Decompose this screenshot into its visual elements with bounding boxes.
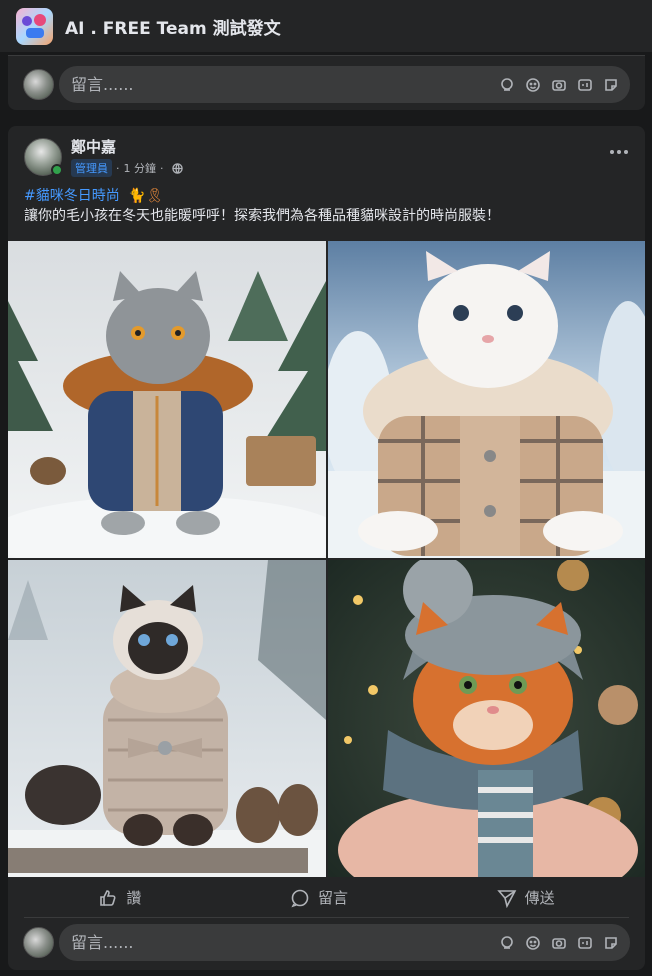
avatar-sticker-icon[interactable] <box>498 934 516 952</box>
comment-box[interactable] <box>59 66 630 103</box>
hashtag-link[interactable]: #貓咪冬日時尚 <box>24 188 120 204</box>
comment-bubble-icon <box>291 889 309 907</box>
avatar-sticker-icon[interactable] <box>498 76 516 94</box>
meta-separator: · <box>160 161 164 175</box>
author-avatar[interactable] <box>24 138 63 176</box>
comment-box[interactable] <box>59 924 630 961</box>
send-label: 傳送 <box>524 889 555 907</box>
admin-badge[interactable]: 管理員 <box>71 159 112 177</box>
photo-gray-cat[interactable] <box>8 241 326 558</box>
comment-label: 留言 <box>317 889 348 907</box>
send-button[interactable]: 傳送 <box>467 881 585 914</box>
camera-icon[interactable] <box>550 934 568 952</box>
previous-post-card <box>8 55 645 110</box>
gif-icon[interactable] <box>576 76 594 94</box>
meta-separator: · <box>116 161 120 175</box>
comment-input[interactable] <box>71 75 498 94</box>
photo-white-cat[interactable] <box>328 241 645 558</box>
like-label: 讚 <box>126 889 142 907</box>
group-title[interactable]: AI . FREE Team 測試發文 <box>65 14 281 39</box>
cat-ribbon-emoji: 🐈🎗 <box>128 188 164 204</box>
camera-icon[interactable] <box>550 76 568 94</box>
post-time[interactable]: 1 分鐘 <box>124 160 157 176</box>
comment-composer <box>23 924 630 961</box>
author-name[interactable]: 鄭中嘉 <box>71 138 183 156</box>
comment-composer <box>23 66 630 103</box>
photo-orange-cat[interactable] <box>328 560 645 877</box>
post-text: #貓咪冬日時尚 🐈🎗 讓你的毛小孩在冬天也能暖呼呼！探索我們為各種品種貓咪設計的… <box>24 186 634 226</box>
more-options-button[interactable] <box>607 142 631 162</box>
post-header: 鄭中嘉 管理員 · 1 分鐘 · <box>24 138 183 177</box>
avatar[interactable] <box>23 69 54 100</box>
send-arrow-icon <box>496 889 516 908</box>
emoji-icon[interactable] <box>524 76 542 94</box>
avatar[interactable] <box>23 927 54 958</box>
post-card: 鄭中嘉 管理員 · 1 分鐘 · #貓咪冬日時尚 🐈🎗 讓你的毛小孩在冬天也能暖… <box>8 126 645 970</box>
photo-siamese-cat[interactable] <box>8 560 326 877</box>
online-status-dot <box>51 164 63 176</box>
gif-icon[interactable] <box>576 934 594 952</box>
sticker-icon[interactable] <box>602 934 620 952</box>
comment-input[interactable] <box>71 933 498 952</box>
post-action-bar: 讚 留言 傳送 <box>24 878 629 918</box>
orange-cat-beanie-scarf-image <box>328 560 645 877</box>
like-button[interactable]: 讚 <box>68 881 171 914</box>
post-meta: 管理員 · 1 分鐘 · <box>71 159 183 177</box>
photo-grid <box>8 241 645 877</box>
group-header-bar: AI . FREE Team 測試發文 <box>0 0 652 52</box>
thumbs-up-icon <box>100 889 116 906</box>
globe-icon[interactable] <box>171 162 183 174</box>
comment-button[interactable]: 留言 <box>260 881 378 914</box>
post-body: 讓你的毛小孩在冬天也能暖呼呼！探索我們為各種品種貓咪設計的時尚服裝！ <box>24 208 500 224</box>
group-logo[interactable] <box>16 7 53 45</box>
siamese-cat-sweater-image <box>8 560 326 877</box>
emoji-icon[interactable] <box>524 934 542 952</box>
gray-cat-fur-vest-image <box>8 241 326 558</box>
sticker-icon[interactable] <box>602 76 620 94</box>
white-cat-plaid-coat-image <box>328 241 645 558</box>
